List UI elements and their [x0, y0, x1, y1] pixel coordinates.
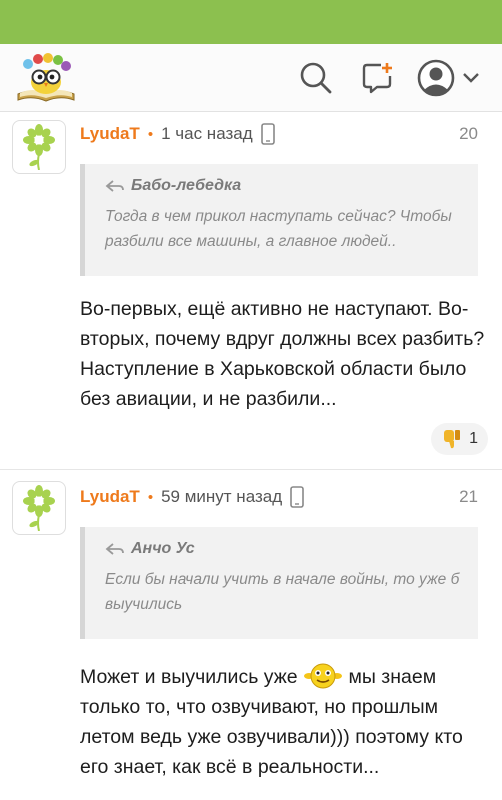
app-header — [0, 44, 502, 112]
comment-author[interactable]: LyudaT — [80, 487, 140, 507]
flower-avatar-icon — [23, 124, 55, 170]
smiley-emoji-icon — [303, 661, 343, 691]
chevron-down-icon — [463, 73, 479, 83]
flower-avatar-icon — [23, 485, 55, 531]
quote-block: Анчо Ус Если бы начали учить в начале во… — [80, 527, 478, 639]
separator-dot: • — [147, 488, 154, 506]
comment-number[interactable]: 21 — [459, 487, 478, 507]
comment-meta: LyudaT • 59 минут назад — [80, 486, 304, 508]
comment-number[interactable]: 20 — [459, 124, 478, 144]
quote-text: Тогда в чем прикол наступать сейчас? Что… — [105, 208, 452, 250]
comment-meta: LyudaT • 1 час назад — [80, 123, 275, 145]
quote-text: Если бы начали учить в начале войны, то … — [105, 571, 460, 613]
new-message-icon — [362, 63, 392, 94]
reaction-button[interactable]: 1 — [431, 423, 488, 455]
owl-book-logo-icon[interactable] — [14, 50, 78, 106]
quote-author-name: Бабо-лебедка — [131, 177, 242, 194]
comment-time: 59 минут назад — [161, 487, 283, 506]
search-icon — [300, 62, 332, 94]
comment-time: 1 час назад — [161, 124, 253, 143]
user-avatar[interactable] — [12, 120, 66, 174]
comment-text: Может и выучились уже мы знаем только то… — [80, 661, 490, 782]
quote-author-name: Анчо Ус — [131, 540, 195, 557]
quote-author[interactable]: Бабо-лебедка — [105, 177, 462, 195]
profile-menu-button[interactable] — [414, 56, 484, 100]
comment-item: LyudaT • 1 час назад 20 Бабо-лебедка Тог… — [0, 112, 502, 469]
comment-divider — [0, 469, 502, 470]
quote-block: Бабо-лебедка Тогда в чем прикол наступат… — [80, 164, 478, 276]
comment-text-part: Может и выучились уже — [80, 666, 304, 688]
reply-arrow-icon — [105, 180, 124, 192]
comment-text: Во-первых, ещё активно не наступают. Во-… — [80, 298, 485, 410]
mobile-phone-icon — [260, 123, 275, 145]
thumbs-down-icon — [444, 430, 461, 449]
status-bar — [0, 0, 502, 44]
reaction-count: 1 — [469, 430, 478, 447]
user-avatar[interactable] — [12, 481, 66, 535]
search-button[interactable] — [294, 56, 338, 100]
reply-arrow-icon — [105, 543, 124, 555]
mobile-phone-icon — [290, 486, 304, 508]
user-avatar-icon — [417, 59, 455, 97]
comment-author[interactable]: LyudaT — [80, 124, 140, 144]
quote-author[interactable]: Анчо Ус — [105, 540, 462, 558]
new-message-button[interactable] — [356, 56, 400, 100]
separator-dot: • — [147, 125, 154, 143]
comment-item: LyudaT • 59 минут назад 21 Анчо Ус Если … — [0, 475, 502, 800]
